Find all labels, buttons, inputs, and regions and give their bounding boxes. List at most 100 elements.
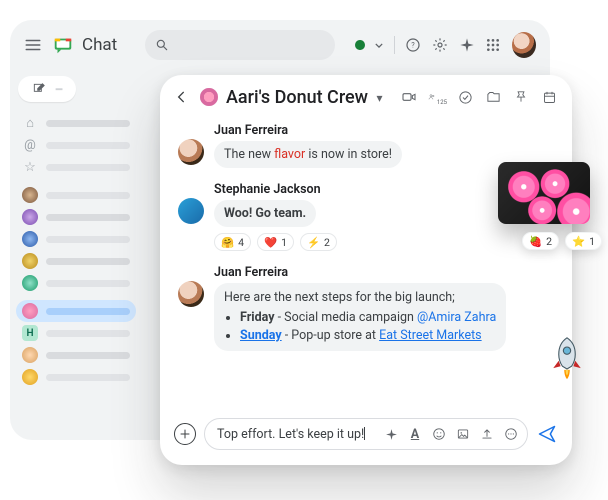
- sidebar-item[interactable]: [16, 344, 136, 366]
- sidebar-item[interactable]: ⌂: [16, 112, 136, 134]
- compose-text: Top effort. Let's keep it up!: [217, 427, 375, 442]
- sidebar-item[interactable]: ☆: [16, 156, 136, 178]
- reaction-count: 1: [281, 236, 287, 249]
- message: Juan Ferreira Here are the next steps fo…: [178, 265, 554, 351]
- app-title: Chat: [82, 35, 117, 55]
- list-item-tail: - Pop-up store at: [282, 328, 379, 343]
- compose-button[interactable]: ━: [18, 76, 76, 102]
- back-button[interactable]: [174, 88, 192, 106]
- sidebar-item[interactable]: @: [16, 134, 136, 156]
- app-header: Chat ?: [10, 20, 550, 70]
- tasks-icon[interactable]: [456, 88, 474, 106]
- sidebar-item[interactable]: [16, 184, 136, 206]
- mentions-icon: @: [22, 138, 38, 153]
- list-item-day: Sunday: [240, 328, 282, 343]
- reaction-emoji: ⭐: [572, 235, 585, 248]
- room-title-text: Aari's Donut Crew: [226, 87, 368, 108]
- avatar: [178, 139, 204, 165]
- members-count: 125: [437, 99, 447, 106]
- chat-logo-icon: [52, 34, 74, 56]
- help-icon[interactable]: ?: [405, 36, 422, 54]
- conversation-header: Aari's Donut Crew ▾ 125: [160, 75, 572, 119]
- reaction-bar: 🤗4 ❤️1 ⚡2: [214, 233, 554, 251]
- sidebar-item[interactable]: H: [16, 322, 136, 344]
- overlay-reaction-bar: 🍓2 ⭐1: [522, 232, 602, 250]
- attached-image-thumb[interactable]: [498, 162, 590, 224]
- reaction-chip[interactable]: ⭐1: [565, 232, 602, 250]
- sidebar-letter-avatar: H: [22, 325, 38, 341]
- reaction-chip[interactable]: ⚡2: [300, 233, 337, 251]
- list-item: Sunday - Pop-up store at Eat Street Mark…: [240, 327, 496, 345]
- emoji-icon[interactable]: [431, 426, 447, 442]
- avatar: [178, 198, 204, 224]
- settings-icon[interactable]: [432, 36, 449, 54]
- status-caret-icon[interactable]: [375, 36, 384, 54]
- reaction-chip[interactable]: 🤗4: [214, 233, 251, 251]
- members-icon[interactable]: 125: [428, 88, 446, 106]
- message-text-part: is now in store!: [305, 147, 392, 162]
- chevron-down-icon: ▾: [377, 91, 383, 105]
- files-icon[interactable]: [484, 88, 502, 106]
- sidebar-item[interactable]: [16, 206, 136, 228]
- gemini-icon[interactable]: [458, 36, 475, 54]
- reaction-count: 2: [546, 235, 552, 248]
- sidebar: ━ ⌂ @ ☆ H: [10, 70, 142, 440]
- gemini-icon[interactable]: [383, 426, 399, 442]
- sidebar-item[interactable]: [16, 366, 136, 388]
- header-divider: [394, 36, 395, 54]
- reaction-count: 2: [324, 236, 330, 249]
- sidebar-item[interactable]: [16, 250, 136, 272]
- search-icon: [155, 38, 169, 52]
- attach-button[interactable]: [174, 423, 196, 445]
- more-icon[interactable]: [503, 426, 519, 442]
- compose-text-value: Top effort. Let's keep it up!: [217, 427, 364, 442]
- calendar-icon[interactable]: [540, 88, 558, 106]
- reaction-emoji: ⚡: [307, 236, 320, 249]
- list-item-tail: - Social media campaign: [275, 310, 418, 325]
- plus-icon: [179, 428, 191, 440]
- reaction-count: 1: [589, 235, 595, 248]
- menu-icon[interactable]: [24, 36, 42, 54]
- rocket-icon: [548, 336, 586, 380]
- room-action-bar: 125: [400, 88, 558, 106]
- reaction-emoji: ❤️: [264, 236, 277, 249]
- search-input[interactable]: [145, 30, 335, 60]
- message-author: Juan Ferreira: [214, 123, 554, 138]
- send-button[interactable]: [536, 423, 558, 445]
- list-item: Friday - Social media campaign @Amira Za…: [240, 309, 496, 327]
- upload-icon[interactable]: [479, 426, 495, 442]
- reaction-count: 4: [238, 236, 244, 249]
- message-list-items: Friday - Social media campaign @Amira Za…: [240, 309, 496, 345]
- image-icon[interactable]: [455, 426, 471, 442]
- current-user-avatar[interactable]: [512, 32, 536, 58]
- reaction-emoji: 🍓: [529, 235, 542, 248]
- mention-link[interactable]: @Amira Zahra: [417, 310, 496, 325]
- message-highlight: flavor: [274, 147, 305, 162]
- format-icon[interactable]: A: [407, 426, 423, 442]
- compose-icon: [32, 82, 46, 96]
- video-call-icon[interactable]: [400, 88, 418, 106]
- home-icon: ⌂: [22, 115, 38, 131]
- list-item-day: Friday: [240, 310, 275, 325]
- sidebar-item[interactable]: [16, 272, 136, 294]
- inline-link[interactable]: Eat Street Markets: [379, 328, 482, 343]
- compose-input[interactable]: Top effort. Let's keep it up! A: [204, 418, 528, 450]
- reaction-chip[interactable]: ❤️ 1: [257, 233, 294, 251]
- sidebar-item-current-room[interactable]: [16, 300, 136, 322]
- status-dot-icon[interactable]: [355, 40, 364, 50]
- composer: Top effort. Let's keep it up! A: [160, 415, 572, 465]
- avatar: [178, 281, 204, 307]
- pin-icon[interactable]: [512, 88, 530, 106]
- message-text-line: Here are the next steps for the big laun…: [224, 290, 455, 305]
- reaction-chip[interactable]: 🍓2: [522, 232, 559, 250]
- sidebar-item[interactable]: [16, 228, 136, 250]
- starred-icon: ☆: [22, 160, 38, 175]
- apps-grid-icon[interactable]: [485, 36, 502, 54]
- conversation-card: Aari's Donut Crew ▾ 125 Juan Ferreira Th…: [160, 75, 572, 465]
- message: Juan Ferreira The new flavor is now in s…: [178, 123, 554, 168]
- message-bubble: Here are the next steps for the big laun…: [214, 283, 506, 351]
- text-caret: [364, 427, 365, 440]
- message-bubble: Woo! Go team.: [214, 200, 316, 227]
- reaction-emoji: 🤗: [221, 236, 234, 249]
- room-title[interactable]: Aari's Donut Crew ▾: [226, 87, 383, 108]
